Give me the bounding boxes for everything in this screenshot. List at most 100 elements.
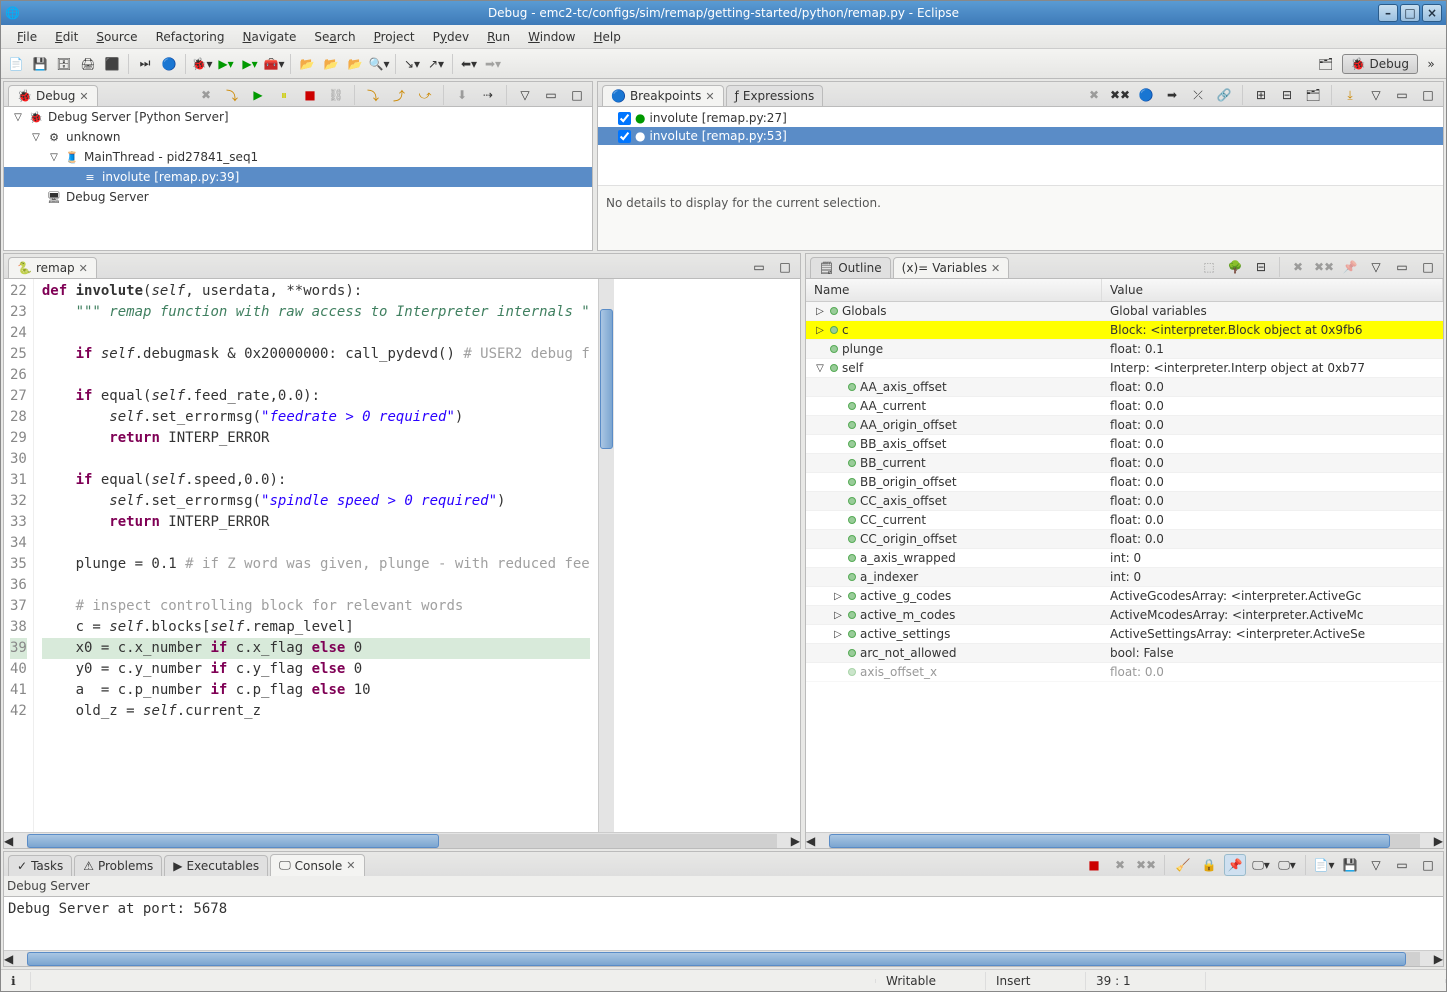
code-line[interactable]: self.set_errormsg("spindle speed > 0 req… [42,491,590,512]
show-supported-icon[interactable]: 🔵 [1135,84,1157,106]
print-icon[interactable]: 🖨 [77,53,99,75]
breakpoint-checkbox[interactable] [618,130,631,143]
variable-row[interactable]: ▷GlobalsGlobal variables [806,302,1443,321]
pin-console-icon[interactable]: 📌 [1224,854,1246,876]
maximize-panel-icon[interactable]: □ [1417,84,1439,106]
variable-row[interactable]: CC_axis_offsetfloat: 0.0 [806,492,1443,511]
build-icon[interactable]: ⬛ [101,53,123,75]
save-all-icon[interactable]: 🗄 [53,53,75,75]
tab-problems[interactable]: ⚠Problems [74,855,162,876]
tab-expressions[interactable]: ƒ Expressions [726,85,824,106]
code-line[interactable]: if equal(self.speed,0.0): [42,470,590,491]
code-line[interactable]: a = c.p_number if c.p_flag else 10 [42,680,590,701]
code-line[interactable]: self.set_errormsg("feedrate > 0 required… [42,407,590,428]
debug-tree-item[interactable]: ▽🧵MainThread - pid27841_seq1 [4,147,592,167]
debug-tree-item[interactable]: ▽🐞Debug Server [Python Server] [4,107,592,127]
code-line[interactable]: c = self.blocks[self.remap_level] [42,617,590,638]
minimize-panel-icon[interactable]: ▭ [1391,256,1413,278]
debug-icon[interactable]: 🐞▾ [191,53,213,75]
minimize-panel-icon[interactable]: ▭ [540,84,562,106]
menu-window[interactable]: Window [520,28,583,46]
variable-row[interactable]: ▷cBlock: <interpreter.Block object at 0x… [806,321,1443,340]
tab-debug[interactable]: 🐞 Debug ✕ [8,85,98,106]
variable-row[interactable]: ▽selfInterp: <interpreter.Interp object … [806,359,1443,378]
code-line[interactable] [42,575,590,596]
menu-run[interactable]: Run [479,28,518,46]
expand-all-icon[interactable]: ⊞ [1250,84,1272,106]
external-tools-icon[interactable]: 🧰▾ [263,53,285,75]
step-into-icon[interactable]: ⤵ [362,84,384,106]
debug-tree-item[interactable]: 🖥Debug Server [4,187,592,207]
minimize-button[interactable]: – [1378,4,1398,22]
code-line[interactable]: return INTERP_ERROR [42,512,590,533]
menu-help[interactable]: Help [585,28,628,46]
editor-vscroll[interactable] [598,279,614,832]
debug-tree[interactable]: ▽🐞Debug Server [Python Server]▽⚙unknown▽… [4,106,592,250]
variable-row[interactable]: arc_not_allowedbool: False [806,644,1443,663]
tab-console[interactable]: 🖵Console✕ [270,854,364,876]
menu-navigate[interactable]: Navigate [235,28,305,46]
resume-icon[interactable]: ▶ [247,84,269,106]
tab-editor[interactable]: 🐍 remap ✕ [8,257,97,278]
connect-icon[interactable]: ⤵ [221,84,243,106]
close-icon[interactable]: ✕ [346,859,355,872]
menu-refactoring[interactable]: Refactoring [148,28,233,46]
code-line[interactable]: if equal(self.feed_rate,0.0): [42,386,590,407]
variable-row[interactable]: BB_origin_offsetfloat: 0.0 [806,473,1443,492]
step-return-icon[interactable]: ⤻ [414,84,436,106]
code-line[interactable] [42,365,590,386]
maximize-panel-icon[interactable]: □ [1417,854,1439,876]
code-line[interactable]: # inspect controlling block for relevant… [42,596,590,617]
code-line[interactable]: return INTERP_ERROR [42,428,590,449]
code-line[interactable]: old_z = self.current_z [42,701,590,722]
menu-file[interactable]: File [9,28,45,46]
tab-variables[interactable]: (x)= Variables ✕ [893,257,1010,278]
maximize-panel-icon[interactable]: □ [1417,256,1439,278]
search-icon[interactable]: 🔍▾ [368,53,390,75]
code-line[interactable]: x0 = c.x_number if c.x_flag else 0 [42,638,590,659]
minimize-panel-icon[interactable]: ▭ [748,256,770,278]
step-filters-icon[interactable]: ⇢ [477,84,499,106]
open-task-icon[interactable]: 📂 [320,53,342,75]
scroll-lock-icon[interactable]: 🔒 [1198,854,1220,876]
variable-row[interactable]: CC_origin_offsetfloat: 0.0 [806,530,1443,549]
run-icon[interactable]: ▶▾ [215,53,237,75]
menu-edit[interactable]: Edit [47,28,86,46]
menu-search[interactable]: Search [306,28,363,46]
drop-to-frame-icon[interactable]: ⬇ [451,84,473,106]
code-line[interactable]: y0 = c.y_number if c.y_flag else 0 [42,659,590,680]
add-watch-icon[interactable]: ✖ [1287,256,1309,278]
collapse-all-icon[interactable]: ⊟ [1250,256,1272,278]
skip-breakpoints-icon[interactable]: ⏭ [134,53,156,75]
collapse-all-icon[interactable]: ⊟ [1276,84,1298,106]
variable-row[interactable]: axis_offset_xfloat: 0.0 [806,663,1443,682]
maximize-button[interactable]: □ [1400,4,1420,22]
maximize-panel-icon[interactable]: □ [566,84,588,106]
terminate-icon[interactable]: ■ [1083,854,1105,876]
show-logical-icon[interactable]: 🌳 [1224,256,1246,278]
disconnect-icon[interactable]: ⛓ [325,84,347,106]
tab-breakpoints[interactable]: 🔵 Breakpoints ✕ [602,85,724,106]
working-sets-icon[interactable]: 🗂 [1302,84,1324,106]
skip-all-icon[interactable]: ⤫ [1187,84,1209,106]
variables-rows[interactable]: ▷GlobalsGlobal variables▷cBlock: <interp… [806,302,1443,682]
variable-row[interactable]: AA_currentfloat: 0.0 [806,397,1443,416]
view-menu-icon[interactable]: ▽ [1365,854,1387,876]
save-icon[interactable]: 💾 [29,53,51,75]
debug-tree-item[interactable]: ▽⚙unknown [4,127,592,147]
view-menu-icon[interactable]: ▽ [1365,256,1387,278]
variable-row[interactable]: AA_origin_offsetfloat: 0.0 [806,416,1443,435]
remove-all-terminated-icon[interactable]: ✖✖ [1135,854,1157,876]
console-output[interactable]: Debug Server at port: 5678 [4,897,1443,921]
step-over-icon[interactable]: ⤴ [388,84,410,106]
select-all-icon[interactable]: ✖✖ [1313,256,1335,278]
link-icon[interactable]: 🔗 [1213,84,1235,106]
variable-row[interactable]: BB_axis_offsetfloat: 0.0 [806,435,1443,454]
code-editor[interactable]: 2223242526272829303132333435363738394041… [4,279,598,832]
clear-console-icon[interactable]: 🧹 [1172,854,1194,876]
back-icon[interactable]: ⬅▾ [458,53,480,75]
variable-row[interactable]: ▷active_m_codesActiveMcodesArray: <inter… [806,606,1443,625]
menu-project[interactable]: Project [366,28,423,46]
code-line[interactable] [42,323,590,344]
terminate-icon[interactable]: ■ [299,84,321,106]
